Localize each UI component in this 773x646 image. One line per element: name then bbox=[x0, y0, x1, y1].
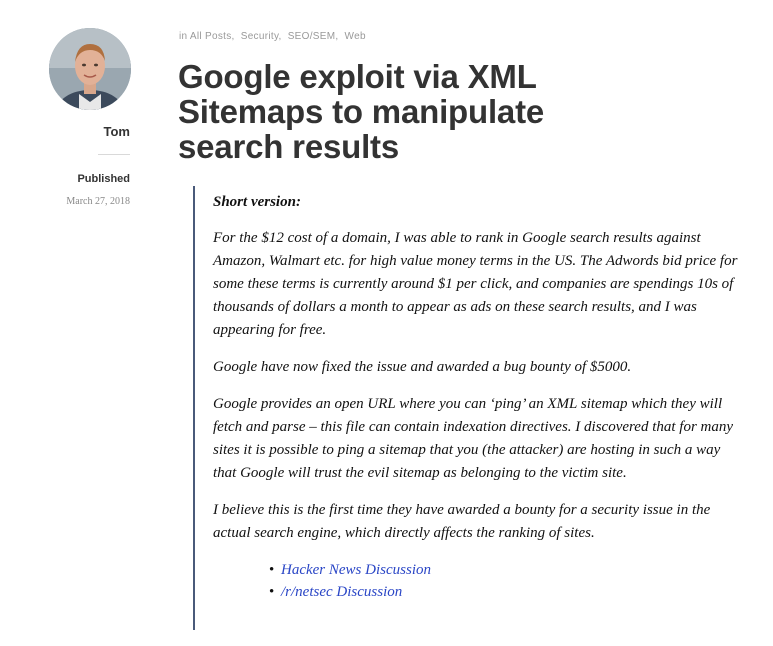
bullet-icon: • bbox=[269, 584, 275, 600]
category-link-web[interactable]: Web bbox=[345, 31, 366, 42]
bullet-icon: • bbox=[269, 562, 275, 578]
paragraph-bounty: Google have now fixed the issue and awar… bbox=[213, 359, 632, 375]
category-link-security[interactable]: Security bbox=[241, 31, 279, 42]
paragraph-first-time: I believe this is the first time they ha… bbox=[213, 502, 711, 541]
list-item: • Hacker News Discussion bbox=[269, 559, 738, 581]
published-date: March 27, 2018 bbox=[66, 196, 130, 207]
paragraph-ping: Google provides an open URL where you ca… bbox=[213, 396, 734, 481]
published-label: Published bbox=[77, 173, 130, 185]
discussion-links: • Hacker News Discussion • /r/netsec Dis… bbox=[213, 559, 738, 603]
author-avatar bbox=[49, 28, 131, 110]
author-name[interactable]: Tom bbox=[104, 124, 130, 139]
author-photo bbox=[49, 28, 131, 110]
post-content: Short version: For the $12 cost of a dom… bbox=[193, 186, 738, 630]
category-link-seo-sem[interactable]: SEO/SEM bbox=[288, 31, 336, 42]
hacker-news-link[interactable]: Hacker News Discussion bbox=[281, 562, 431, 578]
paragraph-cost: For the $12 cost of a domain, I was able… bbox=[213, 230, 738, 338]
netsec-link[interactable]: /r/netsec Discussion bbox=[281, 584, 402, 600]
post-categories: in All Posts, Security, SEO/SEM, Web bbox=[179, 31, 366, 42]
short-version-heading: Short version: bbox=[213, 194, 301, 210]
author-divider bbox=[98, 154, 130, 155]
post-title: Google exploit via XML Sitemaps to manip… bbox=[178, 58, 545, 165]
categories-prefix: in bbox=[179, 31, 188, 42]
list-item: • /r/netsec Discussion bbox=[269, 581, 738, 603]
category-link-all-posts[interactable]: All Posts bbox=[190, 31, 232, 42]
